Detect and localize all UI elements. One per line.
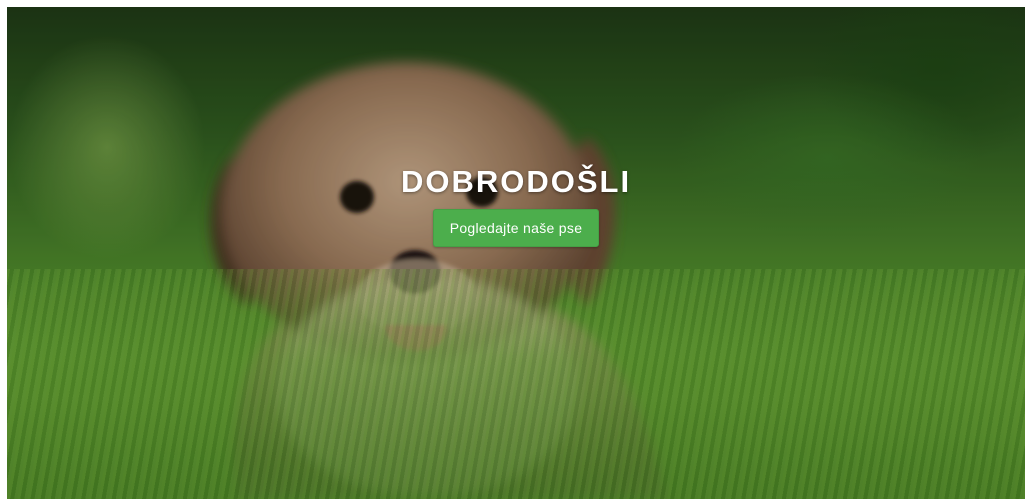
hero-banner: DOBRODOŠLI Pogledajte naše pse <box>7 7 1025 499</box>
view-dogs-button[interactable]: Pogledajte naše pse <box>432 209 600 247</box>
hero-title: DOBRODOŠLI <box>400 164 632 199</box>
hero-overlay <box>7 7 1025 499</box>
hero-content: DOBRODOŠLI Pogledajte naše pse <box>7 165 1025 247</box>
